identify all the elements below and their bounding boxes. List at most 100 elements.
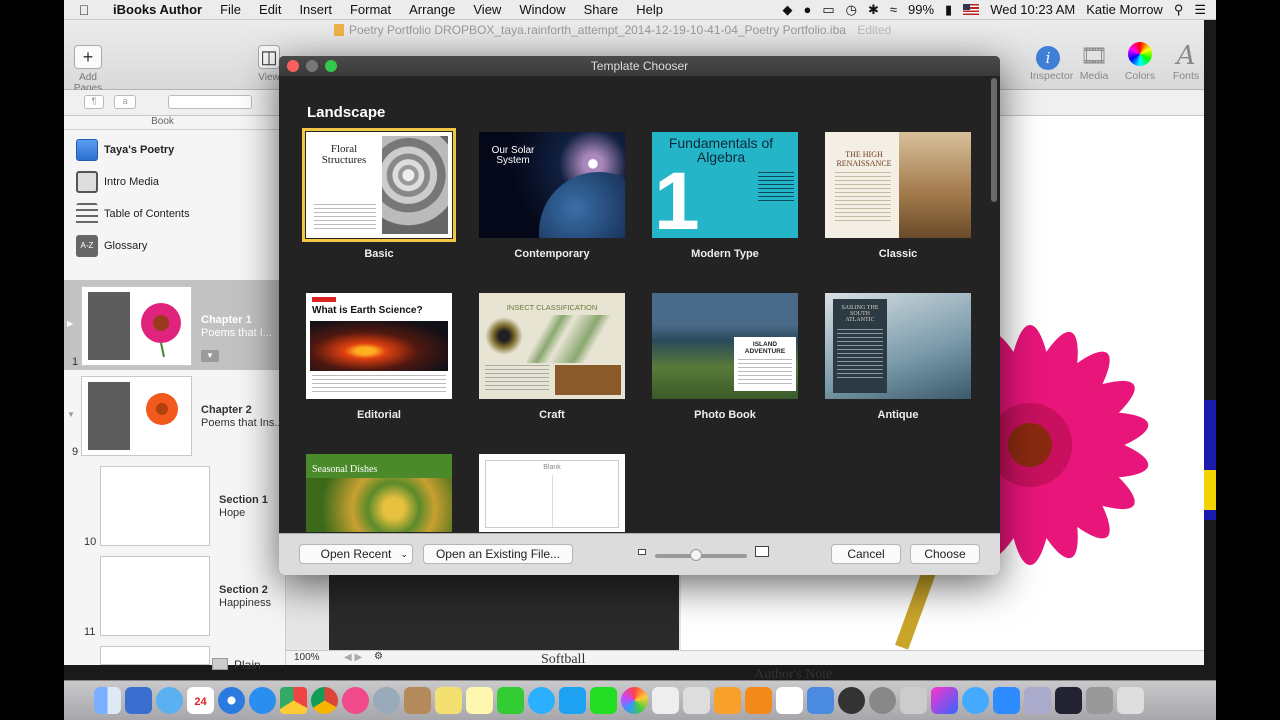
photo-booth-icon[interactable]	[931, 687, 958, 714]
finder-icon[interactable]	[94, 687, 121, 714]
font-family-select[interactable]	[168, 95, 252, 109]
menu-user[interactable]: Katie Morrow	[1086, 2, 1163, 17]
twitter-icon[interactable]	[559, 687, 586, 714]
book-item-intro-media[interactable]: Intro Media	[64, 166, 285, 198]
battery-percent[interactable]: 99%	[908, 2, 934, 17]
launchpad-icon[interactable]	[373, 687, 400, 714]
menu-clock[interactable]: Wed 10:23 AM	[990, 2, 1075, 17]
trash-icon[interactable]	[1117, 687, 1144, 714]
photos-icon[interactable]	[621, 687, 648, 714]
messages-icon[interactable]	[156, 687, 183, 714]
app-store-icon[interactable]	[249, 687, 276, 714]
ibooks-icon[interactable]	[714, 687, 741, 714]
book-item-toc[interactable]: Table of Contents	[64, 198, 285, 230]
colors-button[interactable]: Colors	[1122, 42, 1158, 82]
skype-icon[interactable]: ●	[803, 2, 811, 17]
battery-icon[interactable]: ▮	[945, 2, 952, 18]
open-existing-file-button[interactable]: Open an Existing File...	[423, 544, 573, 564]
menu-view[interactable]: View	[464, 2, 510, 17]
iphoto-icon[interactable]	[125, 687, 152, 714]
airplay-icon[interactable]: ▭	[822, 2, 834, 18]
safari-icon[interactable]	[218, 687, 245, 714]
stickies-icon[interactable]	[435, 687, 462, 714]
template-modern-type[interactable]: Fundamentals of Algebra 1 Modern Type	[650, 132, 800, 260]
dropbox-icon[interactable]: ◆	[782, 2, 792, 18]
template-blank[interactable]: Blank	[477, 454, 627, 532]
google-drive-icon[interactable]	[280, 687, 307, 714]
facetime-icon[interactable]	[497, 687, 524, 714]
fonts-button[interactable]: A Fonts	[1168, 42, 1204, 82]
cancel-button[interactable]: Cancel	[831, 544, 901, 564]
apple-menu-icon[interactable]: 	[64, 2, 104, 18]
vertical-scrollbar[interactable]	[991, 78, 997, 202]
chapter-menu-chevron-icon[interactable]: ▼	[201, 350, 219, 362]
inspector-button[interactable]: i Inspector	[1030, 42, 1073, 82]
small-thumbnail-icon[interactable]	[638, 549, 646, 555]
menu-share[interactable]: Share	[575, 2, 628, 17]
utilities-icon[interactable]	[900, 687, 927, 714]
zoom-icon[interactable]	[993, 687, 1020, 714]
media-button[interactable]: 🎞 Media	[1076, 42, 1112, 82]
close-window-icon[interactable]	[287, 60, 299, 72]
template-antique[interactable]: SAILING THE SOUTH ATLANTIC Antique	[823, 293, 973, 421]
notes-icon[interactable]	[466, 687, 493, 714]
paragraph-style-icon[interactable]: ¶	[84, 95, 104, 109]
template-contemporary[interactable]: Our Solar System Contemporary	[477, 132, 627, 260]
character-style-icon[interactable]: a	[114, 95, 136, 109]
gear-icon[interactable]: ⚙	[374, 651, 383, 662]
chapter-2-thumbnail[interactable]	[81, 376, 192, 456]
thumbnail-size-slider[interactable]	[655, 549, 747, 561]
wifi-icon[interactable]: ≈	[890, 2, 897, 17]
screen-sharing-icon[interactable]	[1024, 687, 1051, 714]
quicktime-player-icon[interactable]	[962, 687, 989, 714]
downloads-stack-icon[interactable]	[1055, 687, 1082, 714]
itunes-icon[interactable]	[342, 687, 369, 714]
disclosure-triangle-icon[interactable]: ▶	[67, 319, 73, 328]
template-seasonal[interactable]: Seasonal Dishes	[304, 454, 454, 532]
menu-format[interactable]: Format	[341, 2, 400, 17]
menu-file[interactable]: File	[211, 2, 250, 17]
bluetooth-icon[interactable]: ✱	[868, 2, 879, 18]
archive-icon[interactable]	[404, 687, 431, 714]
documents-stack-icon[interactable]	[1086, 687, 1113, 714]
zoom-window-icon[interactable]	[325, 60, 337, 72]
template-editorial[interactable]: What is Earth Science? Editorial	[304, 293, 454, 421]
page-nav-arrows-icon[interactable]: ◀ ▶	[344, 652, 362, 663]
large-thumbnail-icon[interactable]	[755, 546, 769, 557]
zoom-select[interactable]: 100%	[294, 652, 320, 663]
book-item-title[interactable]: Taya's Poetry	[64, 134, 285, 166]
evernote-icon[interactable]	[590, 687, 617, 714]
disclosure-triangle-open-icon[interactable]: ▼	[67, 410, 75, 419]
slider-knob[interactable]	[690, 549, 703, 561]
menu-insert[interactable]: Insert	[290, 2, 341, 17]
section-3-thumbnail[interactable]	[100, 646, 210, 665]
template-classic[interactable]: THE HIGH RENAISSANCE Classic	[823, 132, 973, 260]
menu-app-name[interactable]: iBooks Author	[104, 2, 211, 17]
book-item-glossary[interactable]: A-Z Glossary	[64, 230, 285, 262]
chrome-icon[interactable]	[311, 687, 338, 714]
spotlight-search-icon[interactable]: ⚲	[1174, 2, 1184, 18]
system-preferences-icon[interactable]	[869, 687, 896, 714]
menu-edit[interactable]: Edit	[250, 2, 290, 17]
section-2-thumbnail[interactable]	[100, 556, 210, 636]
notification-center-icon[interactable]: ☰	[1194, 2, 1206, 18]
menu-arrange[interactable]: Arrange	[400, 2, 464, 17]
add-pages-button[interactable]: + Add Pages	[68, 45, 108, 94]
input-source-flag-icon[interactable]	[963, 4, 980, 15]
calendar-icon[interactable]: 24	[187, 687, 214, 714]
template-craft[interactable]: INSECT CLASSIFICATION Craft	[477, 293, 627, 421]
choose-button[interactable]: Choose	[910, 544, 980, 564]
contacts-icon[interactable]	[683, 687, 710, 714]
textedit-icon[interactable]	[776, 687, 803, 714]
open-recent-popup[interactable]: Open Recent ⌄	[299, 544, 413, 564]
minimize-window-icon[interactable]	[306, 60, 318, 72]
keynote-icon[interactable]	[807, 687, 834, 714]
section-1-thumbnail[interactable]	[100, 466, 210, 546]
ibooks-author-icon[interactable]	[745, 687, 772, 714]
menu-window[interactable]: Window	[510, 2, 574, 17]
quicktime-icon[interactable]	[838, 687, 865, 714]
chapter-1-thumbnail[interactable]	[81, 286, 192, 366]
menu-help[interactable]: Help	[627, 2, 672, 17]
skype-dock-icon[interactable]	[528, 687, 555, 714]
time-machine-icon[interactable]: ◷	[846, 2, 857, 18]
